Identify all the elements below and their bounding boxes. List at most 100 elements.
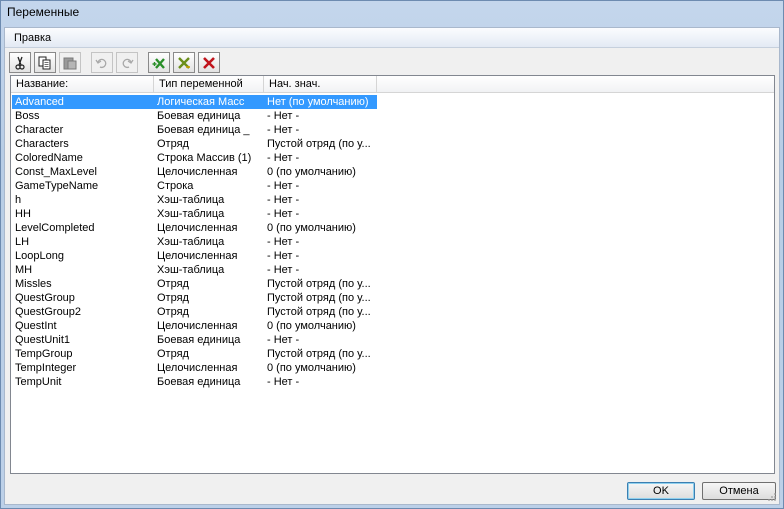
cell-name: HH bbox=[15, 208, 31, 220]
cell-type: Целочисленная bbox=[157, 362, 238, 374]
table-row[interactable]: Characters Отряд Пустой отряд (по у... bbox=[11, 137, 774, 151]
resize-grip-icon[interactable] bbox=[767, 492, 777, 502]
cell-initial-value: - Нет - bbox=[267, 334, 300, 346]
cell-type: Боевая единица _ bbox=[157, 124, 250, 136]
cell-type: Логическая Масс bbox=[154, 95, 264, 109]
ok-button[interactable]: OK bbox=[627, 482, 695, 500]
copy-icon bbox=[38, 56, 51, 69]
cancel-button[interactable]: Отмена bbox=[702, 482, 776, 500]
window-title: Переменные bbox=[7, 5, 80, 19]
column-header-initial-value[interactable]: Нач. знач. bbox=[264, 76, 377, 93]
cell-name: TempGroup bbox=[15, 348, 73, 360]
list-rows: Advanced Логическая Масс Нет (по умолчанию… bbox=[11, 95, 774, 389]
cell-initial-value: - Нет - bbox=[267, 376, 300, 388]
table-row[interactable]: h Хэш-таблица - Нет - bbox=[11, 193, 774, 207]
list-header: Название: Тип переменной Нач. знач. bbox=[11, 76, 774, 93]
table-row[interactable]: QuestInt Целочисленная 0 (по умолчанию) bbox=[11, 319, 774, 333]
cell-type: Отряд bbox=[157, 306, 189, 318]
table-row[interactable]: LevelCompleted Целочисленная 0 (по умолчан… bbox=[11, 221, 774, 235]
column-header-name[interactable]: Название: bbox=[11, 76, 154, 93]
menu-edit[interactable]: Правка bbox=[11, 30, 54, 46]
title-bar[interactable]: Переменные bbox=[1, 1, 783, 25]
cut-button[interactable] bbox=[9, 52, 31, 73]
cell-type: Боевая единица bbox=[157, 334, 241, 346]
cell-name: LoopLong bbox=[15, 250, 64, 262]
table-row[interactable]: Missles Отряд Пустой отряд (по у... bbox=[11, 277, 774, 291]
table-row[interactable]: QuestUnit1 Боевая единица - Нет - bbox=[11, 333, 774, 347]
paste-button[interactable] bbox=[59, 52, 81, 73]
cell-initial-value: Пустой отряд (по у... bbox=[267, 348, 371, 360]
cell-name: QuestInt bbox=[15, 320, 57, 332]
cell-initial-value: - Нет - bbox=[267, 152, 300, 164]
undo-button[interactable] bbox=[91, 52, 113, 73]
table-row[interactable]: Character Боевая единица _ - Нет - bbox=[11, 123, 774, 137]
cell-initial-value: 0 (по умолчанию) bbox=[267, 362, 356, 374]
cell-type: Хэш-таблица bbox=[157, 208, 225, 220]
cell-initial-value: - Нет - bbox=[267, 264, 300, 276]
cell-type: Отряд bbox=[157, 138, 189, 150]
table-row[interactable]: TempUnit Боевая единица - Нет - bbox=[11, 375, 774, 389]
redo-button[interactable] bbox=[116, 52, 138, 73]
cell-type: Отряд bbox=[157, 278, 189, 290]
table-row[interactable]: GameTypeName Строка - Нет - bbox=[11, 179, 774, 193]
table-row[interactable]: ColoredName Строка Массив (1) - Нет - bbox=[11, 151, 774, 165]
cell-initial-value: Пустой отряд (по у... bbox=[267, 278, 371, 290]
cell-name: h bbox=[15, 194, 22, 206]
cell-name: Characters bbox=[15, 138, 69, 150]
cell-name: Boss bbox=[15, 110, 40, 122]
cell-name: Character bbox=[15, 124, 64, 136]
table-row[interactable]: TempInteger Целочисленная 0 (по умолчанию) bbox=[11, 361, 774, 375]
table-row[interactable]: LH Хэш-таблица - Нет - bbox=[11, 235, 774, 249]
cell-type: Боевая единица bbox=[157, 110, 241, 122]
cell-initial-value: 0 (по умолчанию) bbox=[267, 222, 356, 234]
table-row[interactable]: QuestGroup Отряд Пустой отряд (по у... bbox=[11, 291, 774, 305]
cell-initial-value: - Нет - bbox=[267, 236, 300, 248]
cell-initial-value: - Нет - bbox=[267, 208, 300, 220]
edit-variable-button[interactable] bbox=[173, 52, 195, 73]
cell-name: TempUnit bbox=[15, 376, 62, 388]
table-row[interactable]: Advanced Логическая Масс Нет (по умолчанию… bbox=[11, 95, 774, 109]
cell-initial-value: - Нет - bbox=[267, 180, 300, 192]
cell-initial-value: Нет (по умолчанию) bbox=[264, 95, 377, 109]
cell-name: Advanced bbox=[12, 95, 154, 109]
cell-name: QuestGroup bbox=[15, 292, 75, 304]
cell-type: Хэш-таблица bbox=[157, 264, 225, 276]
cell-type: Отряд bbox=[157, 348, 189, 360]
cell-name: LH bbox=[15, 236, 30, 248]
cell-name: LevelCompleted bbox=[15, 222, 95, 234]
cell-type: Целочисленная bbox=[157, 222, 238, 234]
table-row[interactable]: Boss Боевая единица - Нет - bbox=[11, 109, 774, 123]
cell-type: Отряд bbox=[157, 292, 189, 304]
cell-initial-value: - Нет - bbox=[267, 250, 300, 262]
column-header-type[interactable]: Тип переменной bbox=[154, 76, 264, 93]
cell-name: QuestUnit1 bbox=[15, 334, 71, 346]
table-row[interactable]: Const_MaxLevel Целочисленная 0 (по умолчан… bbox=[11, 165, 774, 179]
copy-button[interactable] bbox=[34, 52, 56, 73]
cell-name: ColoredName bbox=[15, 152, 83, 164]
cell-initial-value: Пустой отряд (по у... bbox=[267, 138, 371, 150]
delete-variable-icon bbox=[203, 56, 215, 69]
cell-initial-value: - Нет - bbox=[267, 194, 300, 206]
table-row[interactable]: LoopLong Целочисленная - Нет - bbox=[11, 249, 774, 263]
cell-type: Хэш-таблица bbox=[157, 194, 225, 206]
add-variable-icon bbox=[152, 57, 165, 69]
cell-initial-value: Пустой отряд (по у... bbox=[267, 292, 371, 304]
table-row[interactable]: TempGroup Отряд Пустой отряд (по у... bbox=[11, 347, 774, 361]
table-row[interactable]: QuestGroup2 Отряд Пустой отряд (по у... bbox=[11, 305, 774, 319]
delete-variable-button[interactable] bbox=[198, 52, 220, 73]
cell-type: Боевая единица bbox=[157, 376, 241, 388]
table-row[interactable]: MH Хэш-таблица - Нет - bbox=[11, 263, 774, 277]
undo-icon bbox=[95, 58, 107, 68]
variables-list[interactable]: Название: Тип переменной Нач. знач. Adva… bbox=[10, 75, 775, 474]
table-row[interactable]: HH Хэш-таблица - Нет - bbox=[11, 207, 774, 221]
variables-window: Переменные Правка Название: Тип переменн… bbox=[0, 0, 784, 509]
cell-type: Строка bbox=[157, 180, 194, 192]
cell-name: QuestGroup2 bbox=[15, 306, 82, 318]
cell-type: Целочисленная bbox=[157, 250, 238, 262]
cell-type: Целочисленная bbox=[157, 320, 238, 332]
new-variable-button[interactable] bbox=[148, 52, 170, 73]
cell-name: TempInteger bbox=[15, 362, 77, 374]
cell-type: Целочисленная bbox=[157, 166, 238, 178]
cell-name: Missles bbox=[15, 278, 52, 290]
cell-initial-value: 0 (по умолчанию) bbox=[267, 320, 356, 332]
